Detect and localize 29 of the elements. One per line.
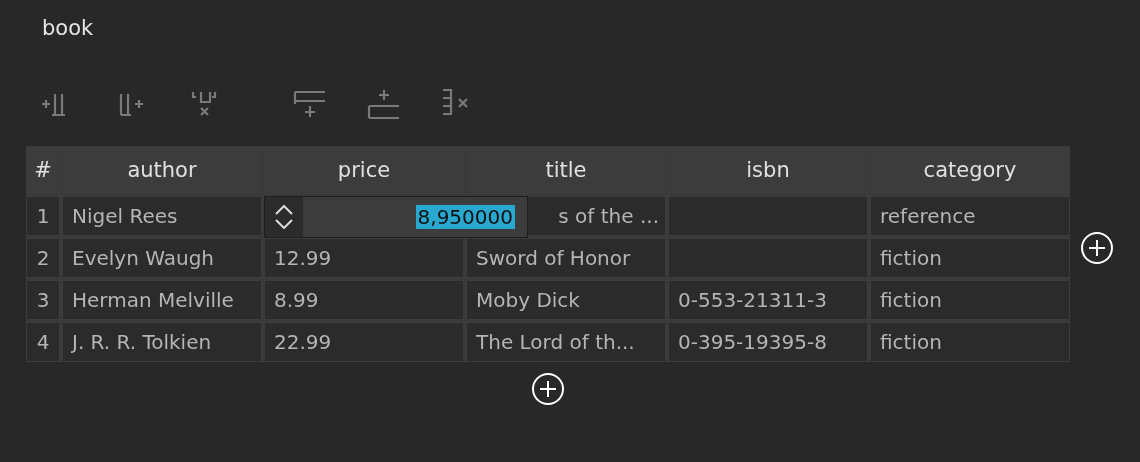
table-cell: fiction: [870, 238, 1070, 278]
selected-value: 8,950000: [415, 205, 515, 229]
table-cell: Nigel Rees: [62, 196, 262, 236]
decrement-icon[interactable]: [275, 219, 293, 229]
table-cell: fiction: [870, 280, 1070, 320]
add-icon: [1080, 231, 1114, 265]
add-icon: [531, 372, 565, 406]
table-title: book: [42, 16, 95, 42]
table-cell: 0-395-19395-8: [668, 322, 868, 362]
row-number: 3: [26, 280, 60, 320]
table-cell: Sword of Honor: [466, 238, 666, 278]
add-row-button[interactable]: [531, 372, 565, 406]
table-cell: 0-553-21311-3: [668, 280, 868, 320]
table-cell: 22.99: [264, 322, 464, 362]
table-cell: reference: [870, 196, 1070, 236]
table-cell: The Lord of th...: [466, 322, 666, 362]
table-cell: fiction: [870, 322, 1070, 362]
table-cell: 8.99: [264, 280, 464, 320]
row-number: 2: [26, 238, 60, 278]
number-editor[interactable]: 8,950000: [264, 196, 528, 238]
table-cell: 12.99: [264, 238, 464, 278]
add-column-button[interactable]: [1080, 231, 1114, 265]
table-cell: Moby Dick: [466, 280, 666, 320]
row-number: 4: [26, 322, 60, 362]
table-cell: Herman Melville: [62, 280, 262, 320]
table-cell: J. R. R. Tolkien: [62, 322, 262, 362]
table-cell: Evelyn Waugh: [62, 238, 262, 278]
increment-icon[interactable]: [275, 205, 293, 215]
row-number: 1: [26, 196, 60, 236]
